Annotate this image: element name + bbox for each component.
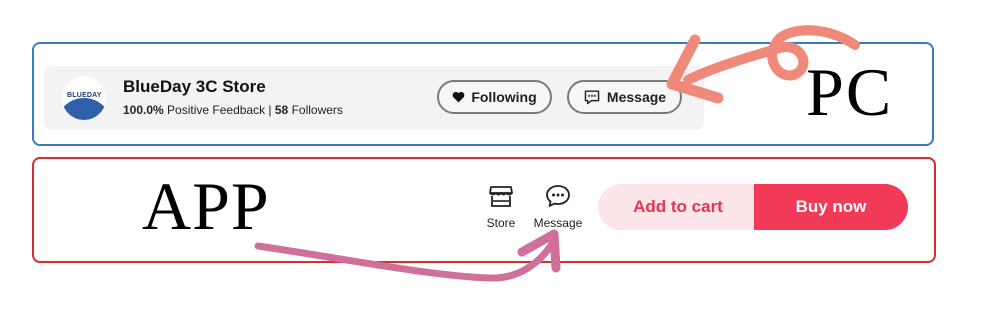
app-store-label: Store [486, 216, 516, 230]
app-message-label: Message [533, 216, 583, 230]
store-logo[interactable]: BLUEDAY [62, 76, 106, 120]
feedback-text: Positive Feedback | [163, 103, 275, 117]
heart-icon [452, 91, 465, 103]
pc-annotation-label: PC [806, 54, 894, 130]
store-logo-shape [62, 98, 106, 120]
following-button[interactable]: Following [437, 80, 552, 114]
store-logo-text: BLUEDAY [67, 92, 102, 99]
message-label: Message [606, 89, 667, 105]
app-annotation-label: APP [142, 168, 270, 244]
app-store-button[interactable]: Store [482, 184, 520, 230]
store-name[interactable]: BlueDay 3C Store [123, 77, 266, 97]
followers-count: 58 [274, 103, 289, 117]
followers-text: Followers [288, 103, 343, 117]
feedback-percent: 100.0% [123, 103, 164, 117]
chat-bubble-icon [545, 184, 571, 213]
following-label: Following [471, 89, 537, 105]
message-icon [583, 89, 601, 105]
store-feedback: 100.0% Positive Feedback | 58 Followers [123, 103, 343, 117]
buy-now-button[interactable]: Buy now [754, 184, 908, 230]
app-message-button[interactable]: Message [530, 184, 586, 230]
store-icon [488, 184, 514, 213]
message-button[interactable]: Message [567, 80, 682, 114]
add-to-cart-button[interactable]: Add to cart [598, 184, 758, 230]
